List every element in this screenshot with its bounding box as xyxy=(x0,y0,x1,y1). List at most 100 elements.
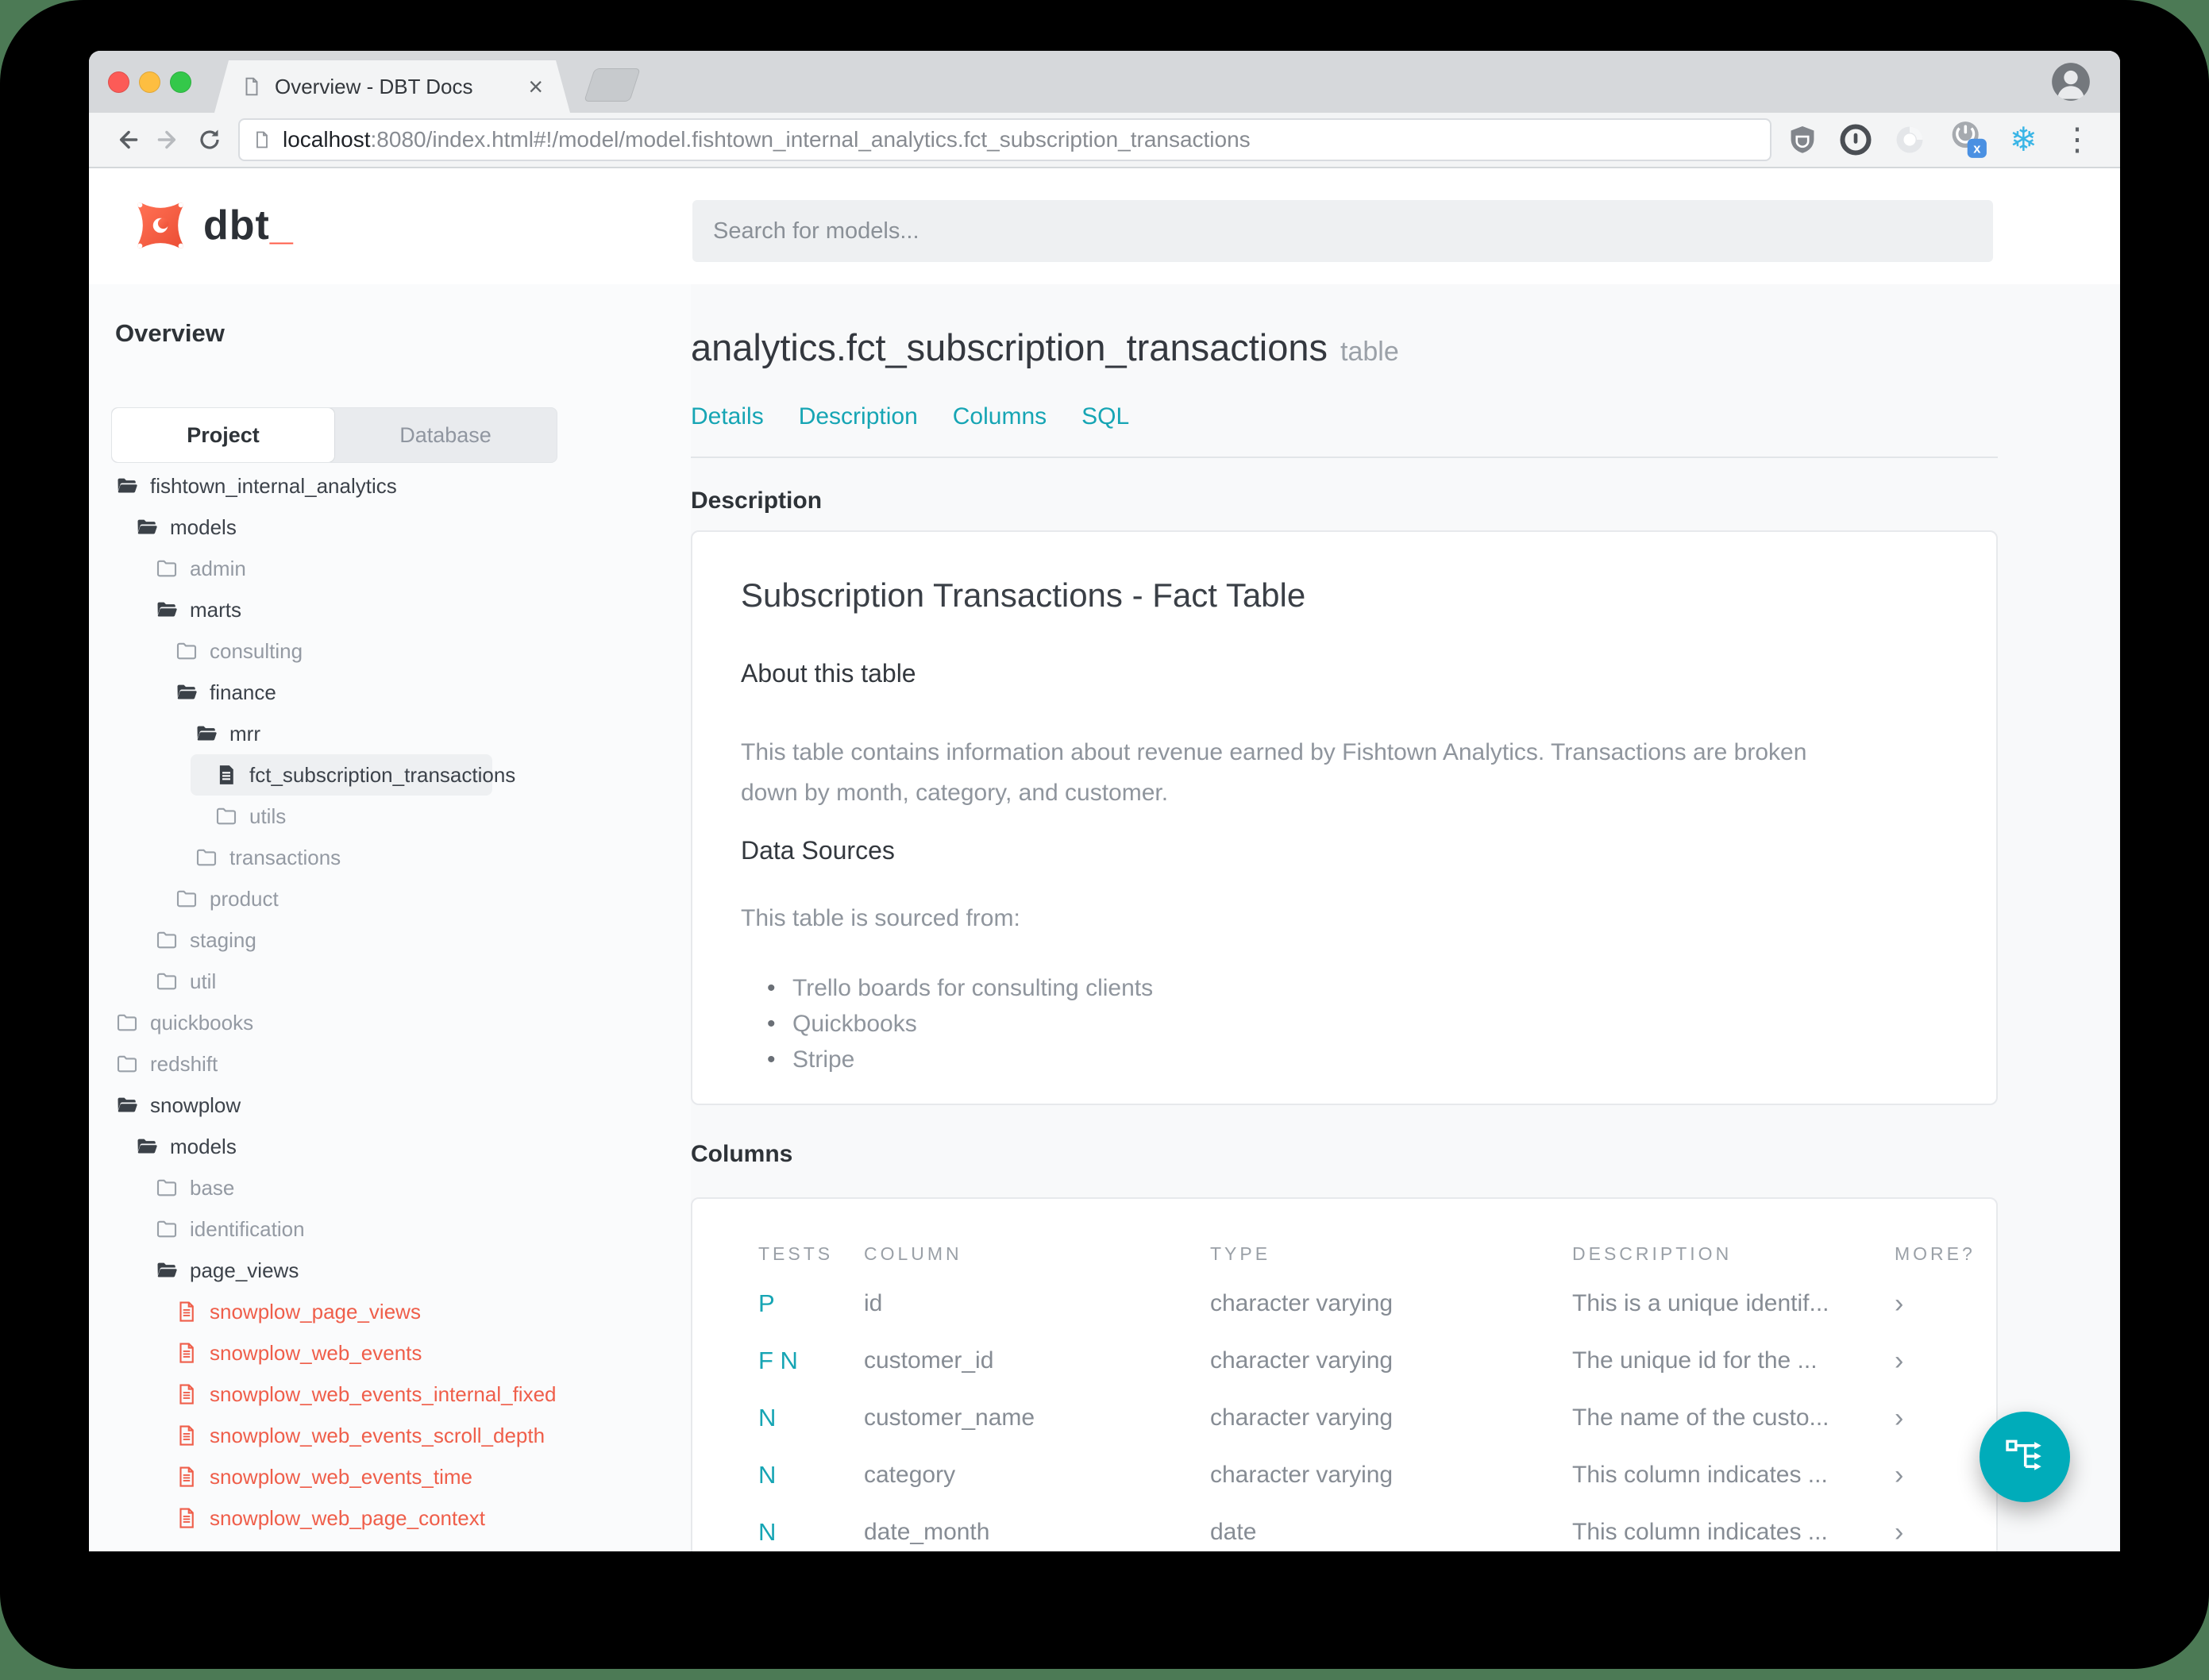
tree-item-transactions[interactable]: transactions xyxy=(89,837,691,878)
tree-item-util[interactable]: util xyxy=(89,961,691,1002)
card-title: Subscription Transactions - Fact Table xyxy=(741,576,1306,614)
toggle-database-tab[interactable]: Database xyxy=(334,408,557,462)
row-expand-chevron-icon[interactable]: › xyxy=(1895,1289,1996,1320)
main-panel: analytics.fct_subscription_transactions t… xyxy=(691,284,2120,1551)
tree-item-identification[interactable]: identification xyxy=(89,1208,691,1250)
tree-item-label: finance xyxy=(210,680,276,704)
nav-link-description[interactable]: Description xyxy=(799,403,918,430)
tree-item-fct_subscription_transactions[interactable]: fct_subscription_transactions xyxy=(191,754,515,796)
forward-button[interactable] xyxy=(148,119,189,160)
tree-item-product[interactable]: product xyxy=(89,878,691,919)
zoom-window-button[interactable] xyxy=(170,71,191,93)
row-expand-chevron-icon[interactable]: › xyxy=(1895,1517,1996,1548)
column-header-type: TYPE xyxy=(1210,1243,1271,1264)
tab-close-icon[interactable]: × xyxy=(528,74,543,99)
tree-item-page_views[interactable]: page_views xyxy=(89,1250,691,1291)
tree-item-quickbooks[interactable]: quickbooks xyxy=(89,1002,691,1043)
column-header-description: DESCRIPTION xyxy=(1572,1243,1733,1264)
lineage-graph-fab-button[interactable] xyxy=(1980,1412,2070,1502)
tree-item-snowplow_web_events_scroll_depth[interactable]: snowplow_web_events_scroll_depth xyxy=(89,1415,691,1456)
url-bar[interactable]: localhost:8080/index.html#!/model/model.… xyxy=(238,118,1771,161)
tree-item-snowplow_web_events[interactable]: snowplow_web_events xyxy=(89,1332,691,1374)
snowflake-extension-icon[interactable]: ❄ xyxy=(2010,123,2037,156)
sources-list: Trello boards for consulting clientsQuic… xyxy=(767,970,1153,1077)
url-host: localhost xyxy=(283,127,371,152)
new-tab-button[interactable] xyxy=(584,68,641,102)
table-row-customer_name[interactable]: Ncustomer_name character varying The name … xyxy=(692,1389,1996,1447)
open-folder-icon xyxy=(195,722,218,746)
tree-item-label: models xyxy=(170,514,237,539)
row-expand-chevron-icon[interactable]: › xyxy=(1895,1403,1996,1434)
tree-item-utils[interactable]: utils xyxy=(89,796,691,837)
nav-link-details[interactable]: Details xyxy=(691,403,764,430)
closed-folder-icon xyxy=(155,969,179,993)
row-type: character varying xyxy=(1210,1404,1394,1431)
tree-item-snowplow_web_events_internal_fixed[interactable]: snowplow_web_events_internal_fixed xyxy=(89,1374,691,1415)
logo-text: dbt xyxy=(203,202,270,249)
description-section-label: Description xyxy=(691,487,823,514)
onepassword-extension-icon[interactable] xyxy=(1838,122,1873,157)
tree-item-label: fct_subscription_transactions xyxy=(249,762,516,787)
tree-item-consulting[interactable]: consulting xyxy=(89,630,691,672)
tree-item-redshift[interactable]: redshift xyxy=(89,1043,691,1085)
tree-item-models[interactable]: models xyxy=(89,1126,691,1167)
open-folder-icon xyxy=(135,1135,159,1158)
tree-item-admin[interactable]: admin xyxy=(89,548,691,589)
open-folder-icon xyxy=(155,1258,179,1282)
tree-item-label: product xyxy=(210,886,279,911)
columns-card: TESTS COLUMN TYPE DESCRIPTION MORE? Pid chara… xyxy=(691,1197,1998,1551)
browser-profile-avatar[interactable] xyxy=(2050,61,2091,106)
columns-table-body: Pid character varying This is a unique ide… xyxy=(692,1275,1996,1551)
tree-item-finance[interactable]: finance xyxy=(89,672,691,713)
reload-button[interactable] xyxy=(189,119,230,160)
tree-item-label: consulting xyxy=(210,638,303,663)
source-item: Quickbooks xyxy=(767,1006,1153,1042)
tree-item-label: models xyxy=(170,1134,237,1158)
row-expand-chevron-icon[interactable]: › xyxy=(1895,1346,1996,1377)
tree-item-snowplow_web_events_time[interactable]: snowplow_web_events_time xyxy=(89,1456,691,1497)
tree-item-snowplow_page_views[interactable]: snowplow_page_views xyxy=(89,1291,691,1332)
source-toggle: Project Database xyxy=(111,407,557,463)
table-row-customer_id[interactable]: F N customer_id character varying The uniqu… xyxy=(692,1332,1996,1389)
nav-link-sql[interactable]: SQL xyxy=(1081,403,1129,430)
tree-item-staging[interactable]: staging xyxy=(89,919,691,961)
page-title: analytics.fct_subscription_transactions t… xyxy=(691,326,1399,369)
tree-item-label: identification xyxy=(190,1216,305,1241)
back-button[interactable] xyxy=(106,119,148,160)
ublock-extension-icon[interactable] xyxy=(1786,123,1819,156)
browser-menu-icon[interactable]: ⋮ xyxy=(2057,124,2098,156)
loop-extension-icon[interactable] xyxy=(1892,122,1927,157)
row-tests: N xyxy=(758,1518,777,1546)
tree-item-label: snowplow_web_events xyxy=(210,1340,422,1365)
tree-item-marts[interactable]: marts xyxy=(89,589,691,630)
table-row-id[interactable]: Pid character varying This is a unique ide… xyxy=(692,1275,1996,1332)
lineage-graph-icon xyxy=(2006,1439,2041,1470)
tree-item-models[interactable]: models xyxy=(89,507,691,548)
minimize-window-button[interactable] xyxy=(139,71,160,93)
open-folder-icon xyxy=(175,680,199,704)
dbt-logo[interactable]: dbt _ xyxy=(133,198,293,252)
tree-item-base[interactable]: base xyxy=(89,1167,691,1208)
browser-tab[interactable]: Overview - DBT Docs × xyxy=(214,60,570,113)
table-row-category[interactable]: Ncategory character varying This column in… xyxy=(692,1447,1996,1504)
tree-item-label: staging xyxy=(190,927,256,952)
tree-item-mrr[interactable]: mrr xyxy=(89,713,691,754)
power-extension-icon[interactable]: x xyxy=(1946,118,1991,162)
table-row-date_month[interactable]: Ndate_month date This column indicates ...… xyxy=(692,1504,1996,1551)
closed-folder-icon xyxy=(155,557,179,580)
nav-link-columns[interactable]: Columns xyxy=(953,403,1047,430)
closed-folder-icon xyxy=(195,846,218,869)
tree-item-fishtown_internal_analytics[interactable]: fishtown_internal_analytics xyxy=(89,465,691,507)
toggle-project-tab[interactable]: Project xyxy=(112,408,334,462)
tree-item-label: snowplow xyxy=(150,1092,241,1117)
tree-item-label: util xyxy=(190,969,217,993)
close-window-button[interactable] xyxy=(108,71,129,93)
model-file-icon xyxy=(175,1382,199,1406)
row-column-name: customer_name xyxy=(864,1404,1035,1431)
row-type: character varying xyxy=(1210,1462,1394,1488)
sidebar-heading: Overview xyxy=(115,319,225,347)
row-tests: N xyxy=(758,1461,777,1489)
tree-item-snowplow[interactable]: snowplow xyxy=(89,1085,691,1126)
tree-item-snowplow_web_page_context[interactable]: snowplow_web_page_context xyxy=(89,1497,691,1539)
search-input[interactable] xyxy=(692,200,1993,262)
